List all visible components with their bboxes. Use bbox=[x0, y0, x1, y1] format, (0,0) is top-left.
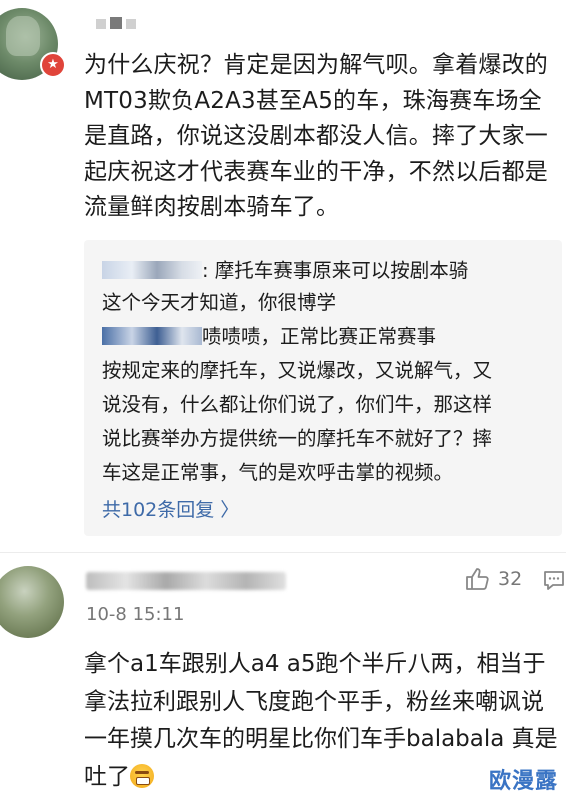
replier-name-obscured[interactable] bbox=[102, 261, 202, 279]
comment-text: 为什么庆祝？肯定是因为解气呗。拿着爆改的MT03欺负A2A3甚至A5的车，珠海赛… bbox=[84, 52, 548, 220]
watermark: 欧漫露 bbox=[488, 769, 558, 794]
username-obscured[interactable] bbox=[96, 14, 156, 34]
comment-timestamp: 10-8 15:11 bbox=[86, 604, 185, 625]
reply-text-line: 按规定来的摩托车，又说爆改，又说解气，又 bbox=[102, 359, 493, 382]
replier-name-obscured[interactable] bbox=[102, 327, 202, 345]
divider bbox=[0, 552, 566, 553]
reply-item: 啧啧啧，正常比赛正常赛事 bbox=[102, 322, 554, 352]
more-replies-link[interactable]: 共102条回复 〉 bbox=[102, 495, 239, 522]
reply-text-line: 说没有，什么都让你们说了，你们牛，那这样 bbox=[102, 393, 493, 416]
like-count: 32 bbox=[498, 568, 523, 590]
reply-item: : 摩托车赛事原来可以按剧本骑 bbox=[102, 256, 554, 286]
comment-body: 拿个a1车跟别人a4 a5跑个半斤八两，相当于拿法拉利跟别人飞度跑个平手，粉丝来… bbox=[84, 651, 558, 790]
like-button[interactable]: 32 bbox=[464, 566, 522, 592]
reply-icon[interactable] bbox=[542, 568, 566, 596]
reply-text-line: 说比赛举办方提供统一的摩托车不就好了？摔 bbox=[102, 427, 493, 450]
username-obscured[interactable] bbox=[86, 572, 286, 590]
thumbs-up-icon bbox=[466, 568, 489, 590]
reply-text-continued: 这个今天才知道，你很博学 bbox=[102, 291, 337, 314]
reply-text: : 摩托车赛事原来可以按剧本骑 bbox=[202, 259, 469, 282]
verified-badge-icon: ★ bbox=[40, 52, 66, 78]
reply-text-line: 车这是正常事，气的是欢呼击掌的视频。 bbox=[102, 461, 454, 484]
avatar[interactable] bbox=[0, 566, 64, 638]
reply-text: 啧啧啧，正常比赛正常赛事 bbox=[202, 325, 437, 348]
vomit-emoji-icon bbox=[130, 763, 154, 788]
comment-bubble-icon bbox=[544, 571, 564, 590]
